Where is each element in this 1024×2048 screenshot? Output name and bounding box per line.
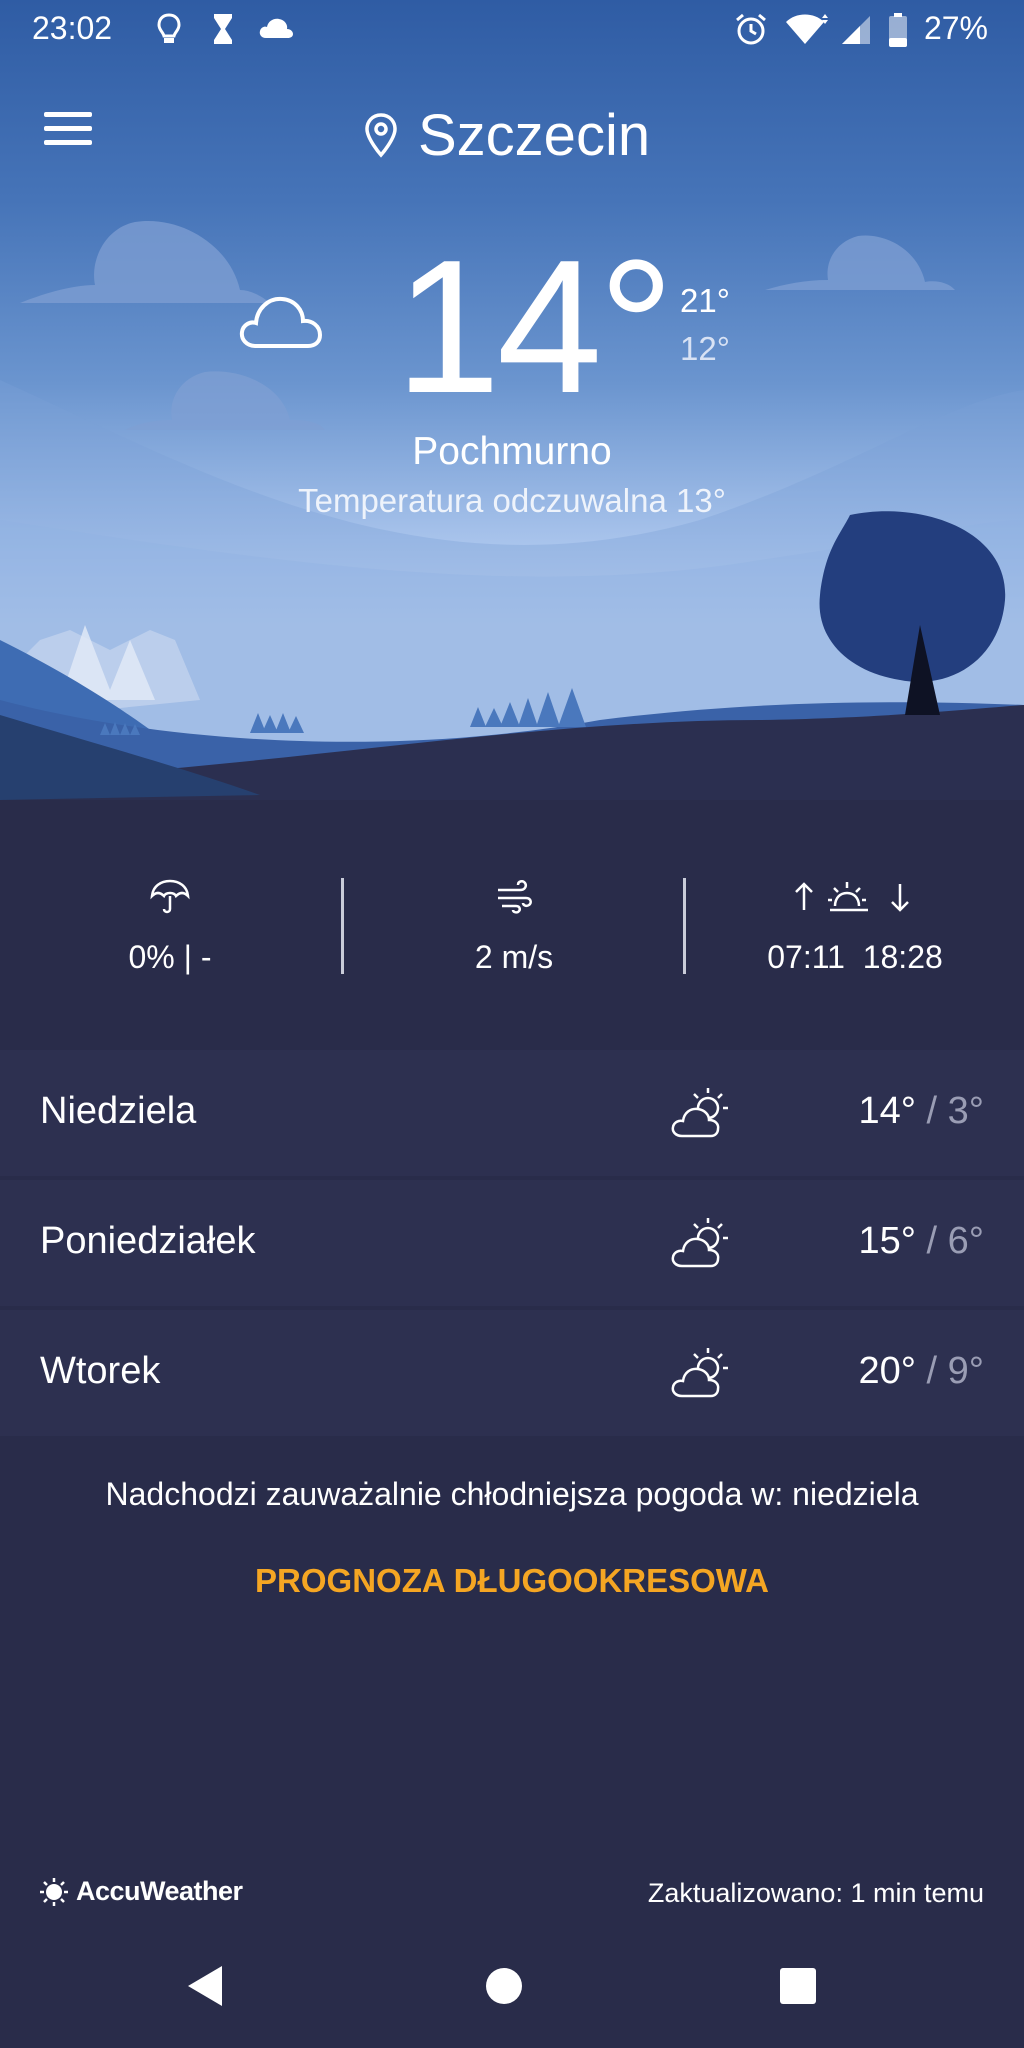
forecast-row-tuesday[interactable]: Wtorek 20° / 9° [0,1310,1024,1436]
feels-like-text: Temperatura odczuwalna 13° [298,482,726,519]
alarm-icon [736,13,766,45]
umbrella-icon [150,879,190,914]
battery-percent: 27% [923,10,988,46]
signal-icon [842,16,870,44]
forecast-row-monday[interactable]: Poniedziałek 15° / 6° [0,1180,1024,1306]
sunrise-sunset-icon [795,882,909,912]
lightbulb-icon [157,13,181,43]
forecast-high: 14° [858,1090,916,1132]
system-nav-bar [0,1940,1024,2048]
condition-text: Pochmurno [412,430,612,473]
forecast-day: Niedziela [40,1090,197,1132]
wind-stat: 2 m/s [344,878,684,976]
sunset-time: 18:28 [862,939,943,975]
cloud-icon [239,296,323,348]
wind-value: 2 m/s [474,939,554,975]
forecast-temps: 14° / 3° [858,1090,985,1132]
high-temperature: 21° [680,282,730,319]
accuweather-logo[interactable]: AccuWeather [40,1876,243,1907]
forecast-low: 6° [947,1220,984,1262]
status-time: 23:02 [32,10,113,46]
forecast-temps: 20° / 9° [858,1350,985,1392]
forecast-low: 9° [947,1350,984,1392]
partly-sunny-icon [671,1218,728,1268]
partly-sunny-icon [671,1088,728,1138]
menu-button[interactable] [44,112,92,150]
location-pin-icon [365,113,397,158]
weather-notice: Nadchodzi zauważalnie chłodniejsza pogod… [105,1476,919,1512]
cloud-status-icon [259,18,293,38]
current-temperature: 14° [395,221,674,433]
battery-icon [889,13,907,47]
wifi-icon [786,14,828,44]
home-icon[interactable] [484,1964,524,2008]
forecast-day: Poniedziałek [40,1220,256,1262]
location-header[interactable]: Szczecin [364,100,650,170]
brand-name: AccuWeather [76,1876,243,1906]
forecast-day: Wtorek [40,1350,161,1392]
low-temperature: 12° [680,330,730,367]
location-title: Szczecin [418,102,651,168]
recents-icon[interactable] [778,1964,818,2008]
long-term-forecast-link[interactable]: PROGNOZA DŁUGOOKRESOWA [0,1562,1024,1600]
forecast-row-sunday[interactable]: Niedziela 14° / 3° [0,1050,1024,1176]
sun-logo-icon [40,1877,68,1906]
precipitation-stat: 0% | - [0,878,340,976]
wind-icon [498,880,532,914]
sun-times: 07:11 18:28 [686,939,1024,976]
forecast-high: 20° [858,1350,916,1392]
last-updated: Zaktualizowano: 1 min temu [647,1878,984,1908]
sunrise-time: 07:11 [767,939,845,975]
precipitation-value: 0% | - [128,939,212,975]
partly-sunny-icon [671,1348,728,1398]
sun-stat: 07:11 18:28 [686,878,1024,976]
forecast-high: 15° [858,1220,916,1262]
forecast-temps: 15° / 6° [858,1220,985,1262]
hourglass-icon [214,14,232,44]
back-icon[interactable] [186,1964,226,2008]
forecast-low: 3° [947,1090,984,1132]
status-bar: 23:02 27% [0,0,1024,60]
